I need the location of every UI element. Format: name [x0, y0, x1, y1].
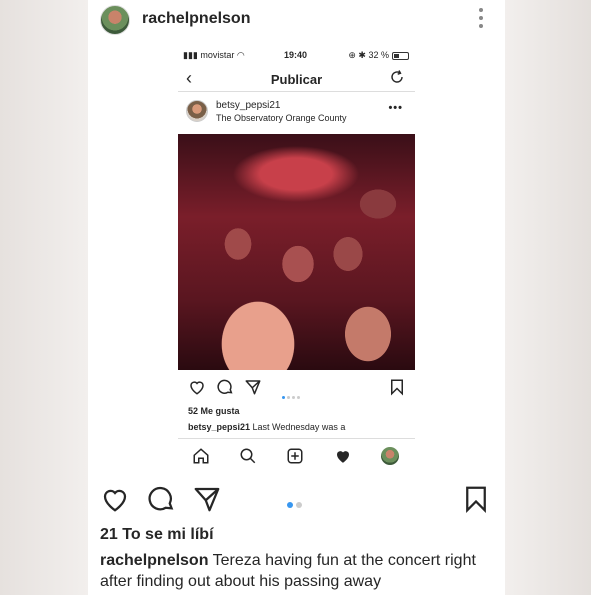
comment-icon[interactable] [216, 378, 234, 396]
caption-text: Last Wednesday was a [250, 422, 346, 432]
add-icon[interactable] [286, 447, 304, 465]
share-icon[interactable] [192, 484, 222, 514]
signal-icon: ▮▮▮ [183, 50, 201, 60]
inner-post-header: betsy_pepsi21 The Observatory Orange Cou… [178, 96, 415, 130]
heart-icon[interactable] [188, 378, 206, 396]
inner-action-bar [178, 376, 415, 400]
like-count[interactable]: 52 Me gusta [188, 406, 240, 416]
caption-username[interactable]: rachelpnelson [100, 552, 208, 569]
username[interactable]: betsy_pepsi21 [216, 100, 281, 111]
search-icon[interactable] [239, 447, 257, 465]
concert-photo[interactable] [178, 134, 415, 370]
tab-bar [178, 438, 415, 472]
screenshot-image: ▮▮▮ movistar ◠ 19:40 ⊕ ✱ 32 % ‹ Publicar… [178, 46, 415, 472]
profile-avatar[interactable] [381, 447, 399, 465]
avatar[interactable] [186, 100, 208, 122]
action-bar [88, 484, 505, 514]
status-bar: ▮▮▮ movistar ◠ 19:40 ⊕ ✱ 32 % [178, 46, 415, 64]
background-left [0, 0, 88, 595]
bookmark-icon[interactable] [461, 484, 491, 514]
like-count[interactable]: 21 To se mi líbí [100, 526, 214, 544]
refresh-icon[interactable] [389, 69, 405, 85]
home-icon[interactable] [192, 447, 210, 465]
post-card: rachelpnelson ▮▮▮ movistar ◠ 19:40 ⊕ ✱ 3… [88, 0, 505, 595]
wifi-icon: ◠ [236, 50, 245, 60]
carousel-dots [287, 495, 305, 513]
more-icon[interactable] [479, 8, 483, 30]
background-right [505, 0, 591, 595]
carrier-label: ▮▮▮ movistar ◠ [183, 50, 245, 60]
activity-icon[interactable] [334, 447, 352, 465]
share-icon[interactable] [244, 378, 262, 396]
carousel-dots [282, 386, 302, 404]
caption: rachelpnelson Tereza having fun at the c… [100, 550, 495, 592]
more-icon[interactable]: ••• [388, 102, 403, 114]
status-time: 19:40 [284, 50, 308, 60]
username[interactable]: rachelpnelson [142, 10, 250, 28]
lock-icon: ⊕ ✱ [348, 50, 369, 60]
battery-icon [392, 52, 409, 60]
location[interactable]: The Observatory Orange County [216, 113, 347, 123]
caption: betsy_pepsi21 Last Wednesday was a [188, 422, 408, 433]
avatar[interactable] [100, 5, 130, 35]
post-header: rachelpnelson [88, 0, 505, 40]
nav-bar: ‹ Publicar [178, 66, 415, 92]
page-title: Publicar [270, 72, 323, 87]
heart-icon[interactable] [100, 484, 130, 514]
comment-icon[interactable] [146, 484, 176, 514]
battery-label: ⊕ ✱ 32 % [348, 50, 389, 60]
bookmark-icon[interactable] [388, 378, 406, 396]
caption-username[interactable]: betsy_pepsi21 [188, 422, 250, 432]
